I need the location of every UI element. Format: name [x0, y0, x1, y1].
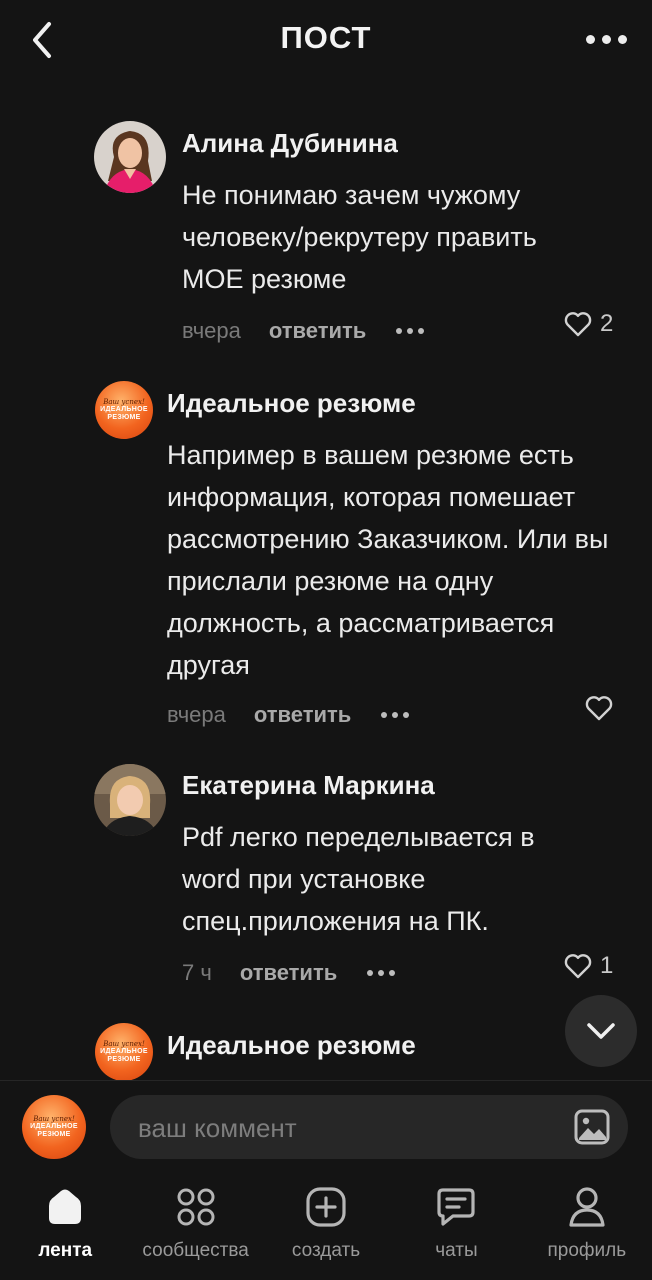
like-button[interactable]: 2 [564, 310, 613, 338]
like-button[interactable]: 1 [564, 952, 613, 980]
nav-label: сообщества [142, 1240, 249, 1261]
reply-button[interactable]: ответить [254, 702, 351, 728]
comment-meta: вчера ответить [182, 318, 425, 344]
plus-icon [305, 1186, 347, 1228]
like-button[interactable] [585, 695, 613, 721]
comment-time: вчера [167, 702, 226, 727]
image-attach-icon[interactable] [574, 1109, 610, 1145]
comment-meta: 7 ч ответить [182, 960, 396, 986]
reply-button[interactable]: ответить [269, 318, 366, 344]
brand-script: Ваш успех! [103, 398, 145, 406]
like-count: 2 [600, 310, 614, 337]
comment-time: вчера [182, 318, 241, 343]
nav-item-create[interactable]: создать [261, 1170, 391, 1280]
avatar[interactable] [94, 121, 166, 193]
comment-more-icon[interactable] [367, 970, 396, 976]
more-options-button[interactable] [580, 24, 632, 54]
chat-icon [435, 1186, 477, 1228]
heart-icon [585, 696, 613, 721]
nav-item-feed[interactable]: лента [0, 1170, 130, 1280]
top-bar: ПОСТ [0, 0, 652, 80]
comment-text: Pdf легко переделывается в word при уста… [182, 822, 535, 936]
comment-more-icon[interactable] [381, 712, 410, 718]
my-avatar[interactable]: Ваш успех! ИДЕАЛЬНОЕ РЕЗЮМЕ [22, 1095, 86, 1159]
comment-author[interactable]: Идеальное резюме [167, 388, 416, 419]
comment-more-icon[interactable] [396, 328, 425, 334]
heart-icon [564, 312, 592, 337]
more-dots-icon [585, 34, 595, 44]
nav-label: лента [38, 1240, 93, 1261]
comment-composer: Ваш успех! ИДЕАЛЬНОЕ РЕЗЮМЕ ваш коммент [0, 1080, 652, 1170]
bottom-nav: лента сообщества создать чаты профиль [0, 1170, 652, 1280]
comment-meta: вчера ответить [167, 702, 410, 728]
comment-author[interactable]: Алина Дубинина [182, 128, 398, 159]
page-title: ПОСТ [280, 20, 372, 55]
nav-label: создать [291, 1240, 361, 1261]
like-count: 1 [600, 952, 614, 979]
comment-author[interactable]: Екатерина Маркина [182, 770, 435, 801]
comment-text: Например в вашем резюме есть информация,… [167, 440, 609, 680]
comment-text: Не понимаю зачем чужому человеку/рекруте… [182, 180, 537, 294]
chevron-down-icon [587, 1023, 615, 1039]
home-icon [44, 1186, 86, 1228]
nav-label: профиль [547, 1240, 627, 1261]
user-photo-icon [94, 764, 166, 836]
user-photo-icon [94, 121, 166, 193]
nav-item-communities[interactable]: сообщества [130, 1170, 260, 1280]
comment-input[interactable]: ваш коммент [110, 1095, 628, 1159]
avatar[interactable]: Ваш успех! ИДЕАЛЬНОЕ РЕЗЮМЕ [95, 1023, 153, 1081]
nav-label: чаты [435, 1240, 478, 1261]
profile-icon [566, 1186, 608, 1228]
nav-item-profile[interactable]: профиль [522, 1170, 652, 1280]
comment-time: 7 ч [182, 960, 212, 985]
nav-item-chats[interactable]: чаты [391, 1170, 521, 1280]
avatar[interactable] [94, 764, 166, 836]
grid-icon [175, 1186, 217, 1228]
comment-author[interactable]: Идеальное резюме [167, 1030, 416, 1061]
reply-button[interactable]: ответить [240, 960, 337, 986]
heart-icon [564, 954, 592, 979]
comment-input-placeholder: ваш коммент [138, 1113, 297, 1143]
scroll-down-button[interactable] [565, 995, 637, 1067]
avatar[interactable]: Ваш успех! ИДЕАЛЬНОЕ РЕЗЮМЕ [95, 381, 153, 439]
